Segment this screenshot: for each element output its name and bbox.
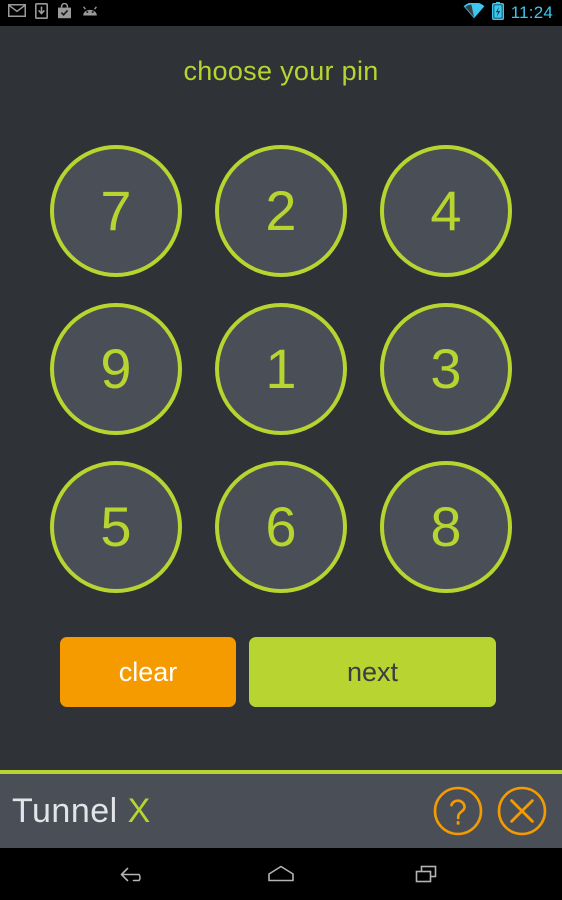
keypad-key[interactable]: 2 — [215, 145, 347, 277]
keypad-key[interactable]: 1 — [215, 303, 347, 435]
bottom-bar-actions — [432, 785, 548, 837]
keypad-key[interactable]: 9 — [50, 303, 182, 435]
wifi-icon — [463, 1, 485, 24]
question-mark-circle-icon[interactable] — [432, 785, 484, 837]
status-bar-system-icons: 11:24 — [463, 1, 553, 25]
status-bar: 11:24 — [0, 0, 562, 26]
app-brand: Tunnel X — [12, 792, 151, 831]
email-icon — [8, 4, 26, 22]
keypad-key[interactable]: 7 — [50, 145, 182, 277]
play-store-icon — [57, 2, 72, 24]
keypad-row: 5 6 8 — [50, 461, 512, 593]
keypad-key[interactable]: 8 — [380, 461, 512, 593]
keypad-key[interactable]: 4 — [380, 145, 512, 277]
next-button[interactable]: next — [249, 637, 496, 707]
battery-charging-icon — [491, 1, 504, 25]
bottom-bar: Tunnel X — [0, 774, 562, 848]
status-bar-clock: 11:24 — [510, 3, 553, 22]
home-icon[interactable] — [257, 856, 305, 892]
keypad-key[interactable]: 6 — [215, 461, 347, 593]
recent-apps-icon[interactable] — [403, 856, 451, 892]
status-bar-notification-icons — [8, 2, 99, 24]
app-screen: 11:24 choose your pin 7 2 4 9 1 3 5 6 8 … — [0, 0, 562, 900]
keypad-key[interactable]: 3 — [380, 303, 512, 435]
keypad-row: 7 2 4 — [50, 145, 512, 277]
keypad-row: 9 1 3 — [50, 303, 512, 435]
pin-keypad: 7 2 4 9 1 3 5 6 8 — [50, 145, 512, 593]
android-icon — [81, 4, 99, 22]
action-button-bar: clear next — [60, 637, 496, 707]
brand-name: Tunnel — [12, 791, 118, 830]
keypad-key[interactable]: 5 — [50, 461, 182, 593]
clear-button[interactable]: clear — [60, 637, 236, 707]
close-circle-icon[interactable] — [496, 785, 548, 837]
download-icon — [35, 2, 48, 24]
android-navigation-bar — [0, 848, 562, 900]
page-title: choose your pin — [183, 56, 379, 86]
brand-suffix: X — [127, 791, 151, 830]
back-arrow-icon[interactable] — [111, 856, 159, 892]
